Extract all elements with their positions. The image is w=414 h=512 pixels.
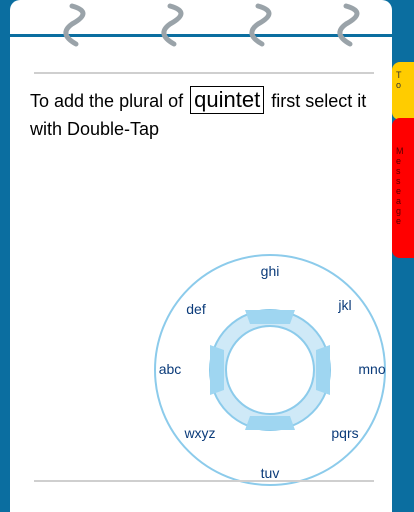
dial-label-abc: abc: [159, 361, 182, 377]
dial-label-tuv: tuv: [261, 465, 280, 481]
binding-ring-2: [161, 3, 184, 47]
target-word[interactable]: quintet: [190, 86, 265, 114]
spiral-binding: [10, 3, 392, 47]
dial-label-jkl: jkl: [337, 297, 351, 313]
dial-label-def: def: [186, 301, 206, 317]
binding-ring-3: [249, 3, 272, 47]
dial-label-ghi: ghi: [261, 263, 280, 279]
side-tab-red[interactable]: M e s s e a g e: [392, 118, 414, 258]
side-tab-yellow[interactable]: T o: [392, 62, 414, 120]
instruction-text: To add the plural of quintet first selec…: [30, 86, 380, 143]
binding-ring-4: [337, 3, 360, 47]
dial-label-pqrs: pqrs: [331, 425, 358, 441]
binding-ring-1: [63, 3, 86, 47]
notebook-page: To add the plural of quintet first selec…: [10, 0, 392, 512]
dial-label-mno: mno: [358, 361, 385, 377]
letter-dial[interactable]: ghi jkl mno pqrs tuv wxyz abc def: [150, 250, 390, 490]
bottom-divider: [34, 480, 374, 482]
dial-label-wxyz: wxyz: [183, 425, 215, 441]
instruction-before: To add the plural of: [30, 91, 184, 111]
top-divider: [34, 72, 374, 74]
